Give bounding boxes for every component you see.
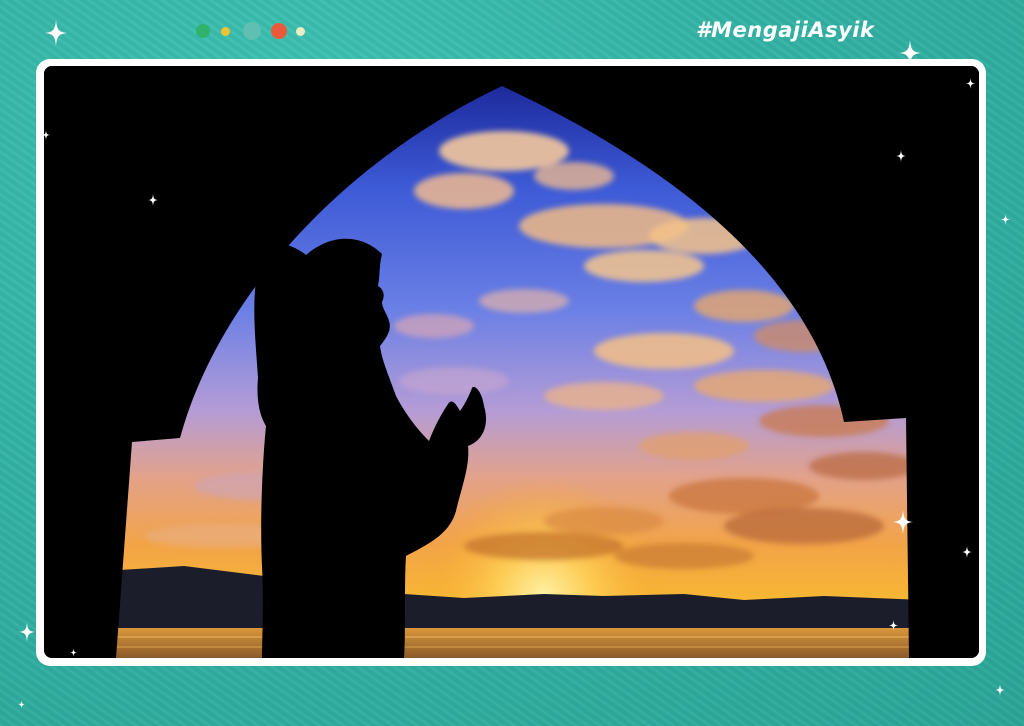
hashtag-title: #MengajiAsyik [696, 14, 874, 46]
sparkle-icon [962, 546, 972, 558]
sparkle-icon [45, 20, 67, 46]
hashtag-part-asyik: Asyik [808, 18, 875, 42]
sparkle-icon [889, 620, 898, 631]
yellow-dot [221, 27, 230, 36]
sparkle-icon [896, 150, 906, 162]
sparkle-icon [19, 622, 35, 642]
sparkle-icon [18, 700, 25, 709]
orange-dot [271, 23, 287, 39]
sparkle-icon [148, 194, 158, 206]
window-dots [196, 22, 316, 40]
hashtag-part-mengaji: #Mengaji [696, 18, 809, 42]
sparkle-icon [893, 510, 913, 534]
sparkle-icon [995, 684, 1005, 696]
sparkle-icon [966, 78, 975, 89]
sunset-prayer-photo [44, 66, 979, 658]
photo-screen [44, 66, 979, 658]
water [104, 628, 924, 658]
green-dot [196, 24, 210, 38]
cream-dot [296, 27, 305, 36]
sparkle-icon [899, 40, 921, 66]
sparkle-icon [42, 130, 50, 140]
sparkle-icon [70, 648, 77, 657]
grey-dot [243, 22, 261, 40]
sparkle-icon [1001, 214, 1010, 225]
